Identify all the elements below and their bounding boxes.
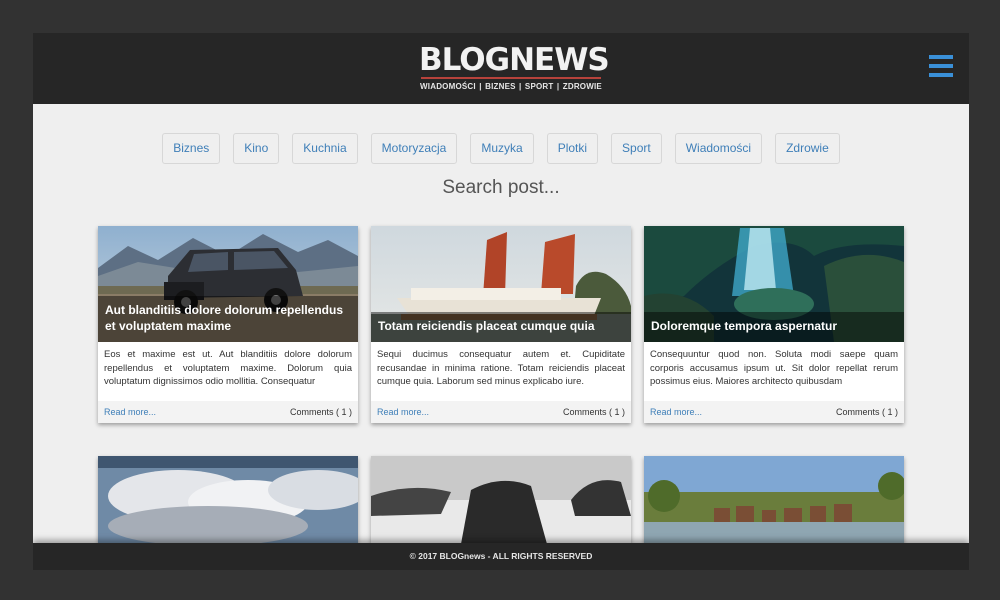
post-footer: Read more... Comments ( 1 ) [98,401,358,423]
post-excerpt: Eos et maxime est ut. Aut blanditiis dol… [104,349,352,387]
category-biznes[interactable]: Biznes [162,133,221,164]
comments-link[interactable]: Comments ( 1 ) [836,401,898,423]
post-card: Totam reiciendis placeat cumque quia Seq… [371,226,631,423]
site-logo[interactable]: BLOGNEWS WIADOMOŚCI | BIZNES | SPORT | Z… [419,42,610,91]
post-card: Doloremque tempora aspernatur Consequunt… [644,226,904,423]
comments-link[interactable]: Comments ( 1 ) [563,401,625,423]
read-more-link[interactable]: Read more... [104,401,156,423]
category-motoryzacja[interactable]: Motoryzacja [370,133,458,164]
read-more-link[interactable]: Read more... [650,401,702,423]
category-kuchnia[interactable]: Kuchnia [292,133,358,164]
read-more-link[interactable]: Read more... [377,401,429,423]
category-muzyka[interactable]: Muzyka [470,133,534,164]
post-title[interactable]: Doloremque tempora aspernatur [644,312,904,342]
category-zdrowie[interactable]: Zdrowie [775,133,840,164]
post-image-junk-boat[interactable]: Totam reiciendis placeat cumque quia [371,226,631,342]
post-title[interactable]: Aut blanditiis dolore dolorum repellendu… [98,296,358,342]
post-footer: Read more... Comments ( 1 ) [644,401,904,423]
hamburger-icon[interactable] [929,55,953,79]
category-kino[interactable]: Kino [233,133,280,164]
category-plotki[interactable]: Plotki [546,133,599,164]
post-excerpt: Consequuntur quod non. Soluta modi saepe… [650,349,898,387]
category-nav: Biznes Kino Kuchnia Motoryzacja Muzyka P… [33,133,969,164]
category-sport[interactable]: Sport [611,133,662,164]
post-footer: Read more... Comments ( 1 ) [371,401,631,423]
site-header: BLOGNEWS WIADOMOŚCI | BIZNES | SPORT | Z… [33,33,969,104]
post-image-rocks[interactable] [371,456,631,544]
post-excerpt: Sequi ducimus consequatur autem et. Cupi… [377,349,625,387]
post-title[interactable]: Totam reiciendis placeat cumque quia [371,312,631,342]
search-post-toggle[interactable]: Search post... [33,177,969,199]
post-image-clouds[interactable] [98,456,358,544]
post-card: Aut blanditiis dolore dolorum repellendu… [98,226,358,423]
post-image-cave-waterfall[interactable]: Doloremque tempora aspernatur [644,226,904,342]
post-image-suv[interactable]: Aut blanditiis dolore dolorum repellendu… [98,226,358,342]
post-image-elephants[interactable] [644,456,904,544]
logo-tagline: WIADOMOŚCI | BIZNES | SPORT | ZDROWIE [420,82,602,91]
logo-text: BLOGNEWS [419,42,610,78]
category-wiadomosci[interactable]: Wiadomości [674,133,763,164]
comments-link[interactable]: Comments ( 1 ) [290,401,352,423]
browser-viewport: BLOGNEWS WIADOMOŚCI | BIZNES | SPORT | Z… [33,33,969,570]
site-footer: © 2017 BLOGnews - ALL RIGHTS RESERVED [33,543,969,570]
